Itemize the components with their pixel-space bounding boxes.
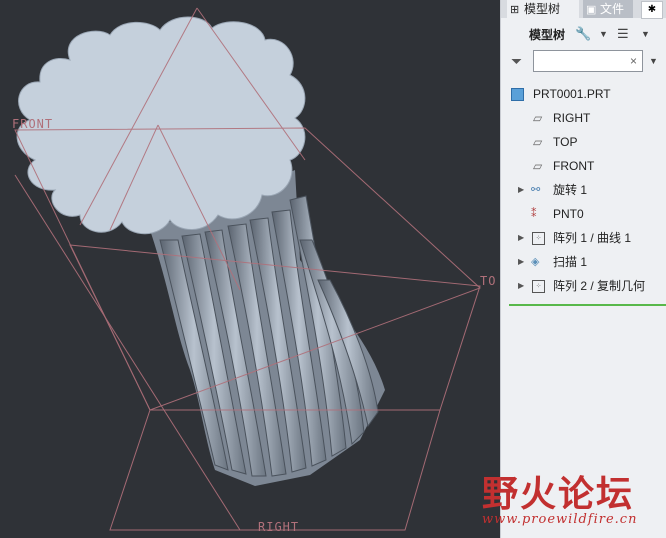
sweep-icon: ◈ <box>531 256 540 268</box>
tree-item-pattern-1[interactable]: ▶ ⁘ 阵列 1 / 曲线 1 <box>501 226 666 250</box>
datum-plane-icon: ▱ <box>533 159 543 173</box>
tree-item-revolve[interactable]: ▶ ⚯ 旋转 1 <box>501 178 666 202</box>
tree-item-part[interactable]: PRT0001.PRT <box>501 82 666 106</box>
model-view[interactable] <box>0 0 500 538</box>
tree-item-label: 扫描 1 <box>553 255 588 269</box>
navigator-tabbar: ⊞ 模型树 ▣ 文件 ✱ <box>501 0 666 19</box>
tree-item-label: FRONT <box>553 159 595 173</box>
revolve-icon: ⚯ <box>531 184 541 196</box>
tree-item-right[interactable]: ▱ RIGHT <box>501 106 666 130</box>
expand-icon[interactable]: ▶ <box>518 274 524 298</box>
watermark-title: 野火论坛 <box>482 473 635 515</box>
tree-item-label: PRT0001.PRT <box>533 87 611 101</box>
expand-icon[interactable]: ▶ <box>518 250 524 274</box>
filter-row: ⏷ × ▼ <box>501 48 666 76</box>
toolbar-label: 模型树 <box>529 28 566 42</box>
insert-indicator[interactable] <box>509 304 666 306</box>
tree-item-label: 阵列 1 / 曲线 1 <box>553 231 632 245</box>
tree-item-point[interactable]: ⁑ PNT0 <box>501 202 666 226</box>
filter-icon[interactable]: ⏷ <box>511 53 522 70</box>
tree-item-top[interactable]: ▱ TOP <box>501 130 666 154</box>
datum-point-icon: ⁑ <box>531 208 537 220</box>
navigator-panel: ⊞ 模型树 ▣ 文件 ✱ 模型树 🔧 ▼ ☰ ▼ ⏷ × ▼ PRT0001.PRT… <box>500 0 666 538</box>
datum-plane-icon: ▱ <box>533 135 543 149</box>
tab-files-label: 文件 <box>600 2 625 16</box>
settings-tools-icon[interactable]: 🔧 <box>575 24 591 44</box>
tab-model-tree[interactable]: ⊞ 模型树 <box>507 0 579 18</box>
clear-icon[interactable]: × <box>630 54 637 68</box>
model-tree-icon: ⊞ <box>510 4 520 16</box>
favorites-tab[interactable]: ✱ <box>641 1 663 19</box>
datum-plane-icon: ▱ <box>533 111 543 125</box>
right-plane-label[interactable]: RIGHT <box>258 520 299 534</box>
expand-icon[interactable]: ▶ <box>518 178 524 202</box>
folder-icon: ▣ <box>586 4 597 16</box>
tree-item-front[interactable]: ▱ FRONT <box>501 154 666 178</box>
top-plane-label[interactable]: TO <box>480 274 496 288</box>
expand-icon[interactable]: ▶ <box>518 226 524 250</box>
pattern-icon: ⁘ <box>532 280 545 293</box>
tree-item-pattern-2[interactable]: ▶ ⁘ 阵列 2 / 复制几何 <box>501 274 666 298</box>
filter-dropdown-icon[interactable]: ▼ <box>649 56 658 66</box>
settings-dropdown-icon[interactable]: ▼ <box>599 24 608 44</box>
part-icon <box>511 88 524 101</box>
tab-files[interactable]: ▣ 文件 <box>583 0 633 18</box>
show-list-icon[interactable]: ☰ <box>617 24 629 44</box>
show-dropdown-icon[interactable]: ▼ <box>641 24 650 44</box>
search-input[interactable]: × <box>533 50 643 72</box>
tab-model-tree-label: 模型树 <box>524 2 561 16</box>
watermark-url: www.proewildfire.cn <box>482 512 638 527</box>
pattern-icon: ⁘ <box>532 232 545 245</box>
tree-item-label: TOP <box>553 135 578 149</box>
tree-item-label: RIGHT <box>553 111 591 125</box>
tree-item-label: 阵列 2 / 复制几何 <box>553 279 646 293</box>
tree-item-sweep[interactable]: ▶ ◈ 扫描 1 <box>501 250 666 274</box>
model-tree-toolbar: 模型树 🔧 ▼ ☰ ▼ <box>501 22 666 46</box>
tree-item-label: PNT0 <box>553 207 584 221</box>
graphics-viewport[interactable]: FRONT TO RIGHT <box>0 0 500 538</box>
front-plane-label[interactable]: FRONT <box>12 117 53 131</box>
tree-item-label: 旋转 1 <box>553 183 588 197</box>
